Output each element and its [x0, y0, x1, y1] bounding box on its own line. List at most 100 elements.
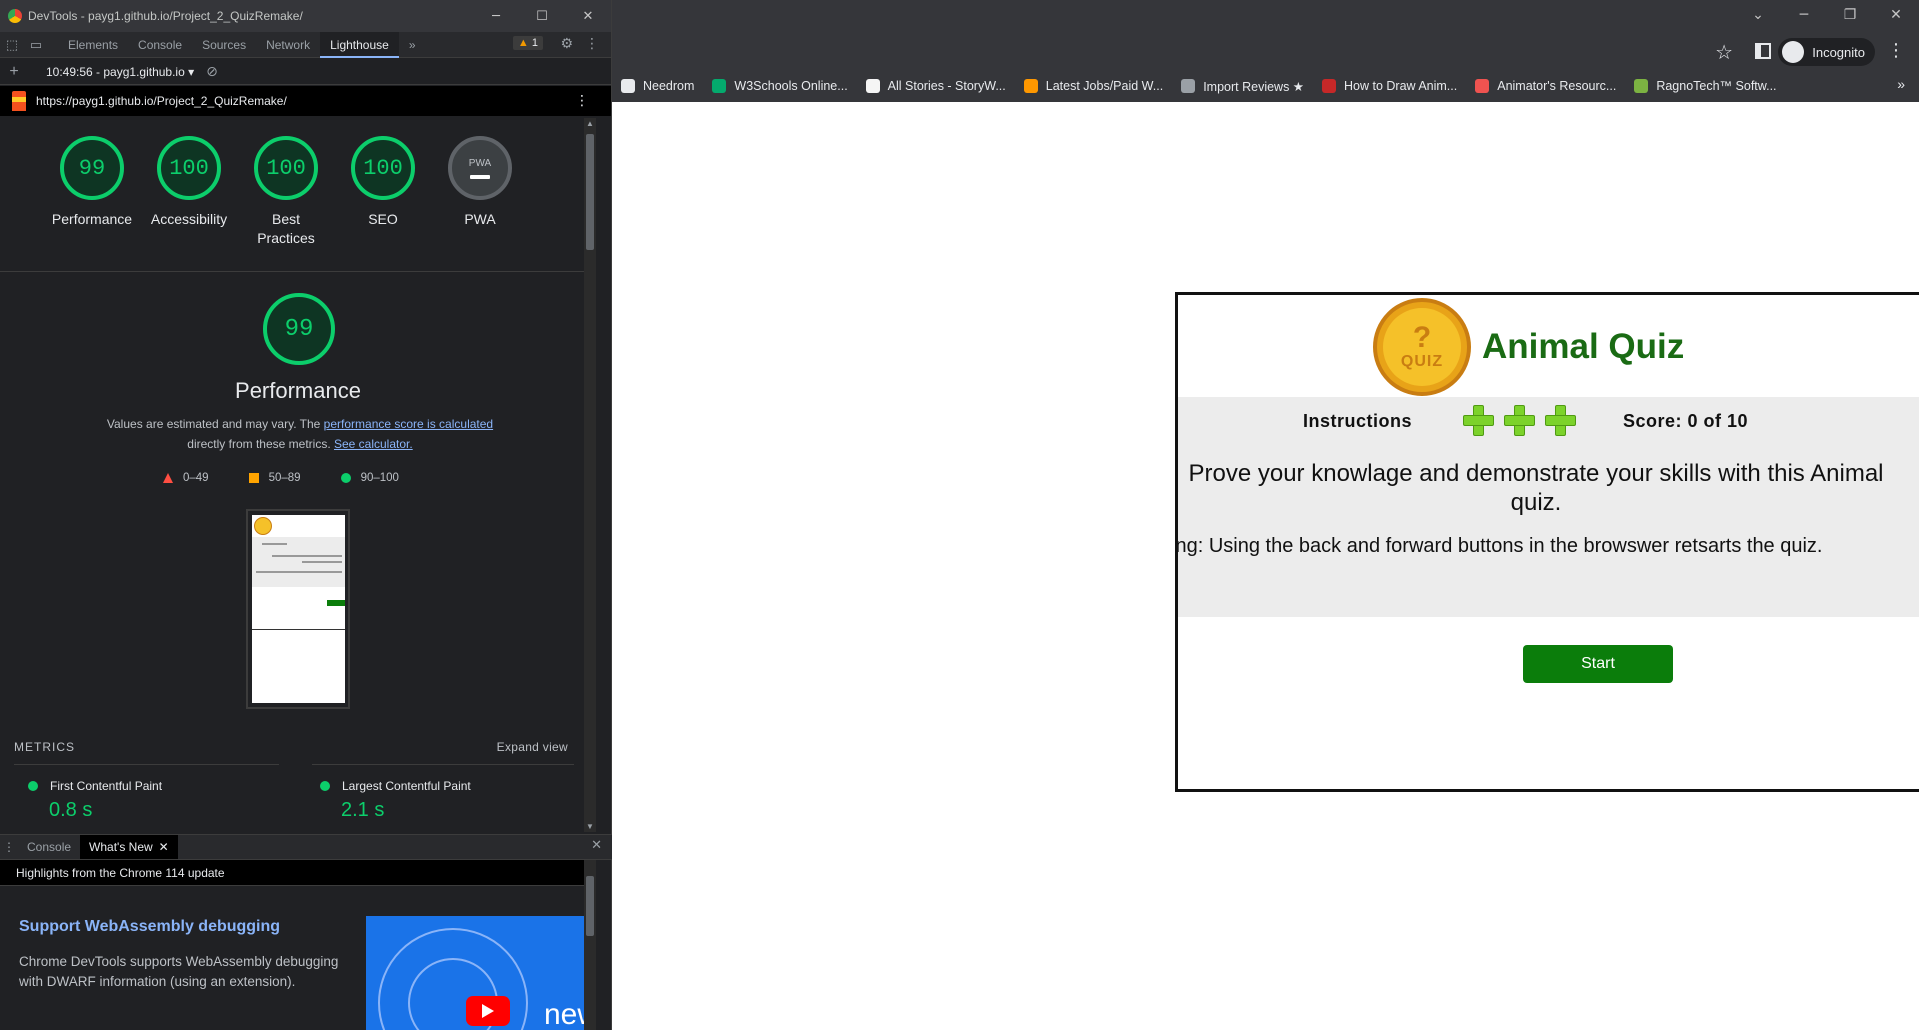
bookmark-item[interactable]: Needrom — [612, 79, 703, 93]
legend-item: 50–89 — [248, 472, 301, 484]
favicon-icon — [1181, 79, 1196, 93]
drawer-menu-icon[interactable]: ⋮ — [0, 840, 18, 854]
gauge-accessibility[interactable]: 100 Accessibility — [151, 136, 227, 248]
metric-name: First Contentful Paint — [50, 779, 163, 793]
tab-sources[interactable]: Sources — [192, 32, 256, 58]
pwa-badge-text: PWA — [468, 157, 492, 169]
lighthouse-report: 99 Performance 100 Accessibility 100 Best Pra… — [0, 116, 596, 834]
metrics-title: METRICS — [14, 740, 75, 754]
clear-icon[interactable]: ⊘ — [206, 64, 218, 80]
tab-elements[interactable]: Elements — [58, 32, 128, 58]
legend-item: 90–100 — [340, 472, 399, 484]
bookmark-label: Animator's Resourc... — [1497, 79, 1617, 93]
settings-gear-icon[interactable]: ⚙ — [560, 36, 573, 52]
devtools-menu-icon[interactable]: ⋮ — [585, 36, 599, 52]
report-menu-icon[interactable]: ⋮ — [575, 93, 589, 109]
scroll-down-icon[interactable]: ▼ — [586, 822, 594, 831]
close-tab-icon[interactable]: ✕ — [159, 840, 169, 854]
score-calculated-link[interactable]: performance score is calculated — [324, 417, 493, 431]
restore-icon[interactable]: ❐ — [1827, 0, 1873, 30]
feature-title[interactable]: Support WebAssembly debugging — [19, 918, 280, 936]
report-scrollbar[interactable]: ▲ ▼ — [584, 118, 596, 832]
bookmarks-overflow-icon[interactable]: » — [1897, 76, 1905, 92]
video-thumbnail[interactable]: new — [366, 916, 596, 1030]
gauge-best-practices[interactable]: 100 Best Practices — [254, 136, 318, 248]
device-toggle-icon[interactable]: ▭ — [24, 37, 48, 53]
see-calculator-link[interactable]: See calculator. — [334, 437, 413, 451]
report-selector[interactable]: 10:49:56 - payg1.github.io ▾ — [28, 65, 194, 79]
instructions-button[interactable]: Instructions — [1303, 411, 1412, 432]
tab-console[interactable]: Console — [18, 835, 80, 859]
tab-lighthouse[interactable]: Lighthouse — [320, 31, 399, 58]
issues-count: 1 — [531, 37, 538, 49]
scrollbar-thumb[interactable] — [586, 876, 594, 936]
minimize-icon[interactable]: ─ — [1781, 0, 1827, 30]
bookmark-label: Import Reviews ★ — [1203, 79, 1304, 94]
gauge-label: Accessibility — [150, 211, 228, 227]
gauge-seo[interactable]: 100 SEO — [351, 136, 415, 248]
close-icon[interactable]: ✕ — [565, 0, 611, 32]
gauge-score: 99 — [60, 136, 124, 200]
tab-whats-new[interactable]: What's New ✕ — [80, 835, 178, 859]
logo-word: QUIZ — [1400, 353, 1444, 370]
description-text: Values are estimated and may vary. The — [106, 417, 324, 431]
bookmark-item[interactable]: W3Schools Online... — [703, 79, 856, 93]
close-icon[interactable]: ✕ — [1873, 0, 1919, 30]
bookmark-item[interactable]: Animator's Resourc... — [1466, 79, 1625, 93]
bookmarks-bar: Needrom W3Schools Online... All Stories - … — [612, 70, 1919, 102]
favicon-icon — [621, 79, 635, 93]
expand-view-button[interactable]: Expand view — [497, 740, 568, 754]
metric-item: First Contentful Paint 0.8 s — [28, 779, 162, 822]
feature-text: Chrome DevTools supports WebAssembly deb… — [19, 954, 339, 989]
bookmark-item[interactable]: All Stories - StoryW... — [857, 79, 1015, 93]
scrollbar-thumb[interactable] — [586, 134, 594, 250]
scroll-up-icon[interactable]: ▲ — [586, 119, 594, 128]
new-report-icon[interactable]: + — [0, 63, 28, 81]
profile-label: Incognito — [1812, 44, 1865, 60]
report-url[interactable]: https://payg1.github.io/Project_2_QuizRe… — [36, 94, 287, 108]
start-button[interactable]: Start — [1523, 645, 1673, 683]
gauge-pwa[interactable]: PWA PWA — [448, 136, 512, 248]
gauge-label: SEO — [368, 211, 398, 227]
life-plus-icon — [1463, 405, 1494, 436]
lighthouse-toolbar: + 10:49:56 - payg1.github.io ▾ ⊘ — [0, 59, 611, 85]
bookmark-item[interactable]: Latest Jobs/Paid W... — [1015, 79, 1172, 93]
inspect-element-icon[interactable]: ⬚ — [0, 37, 24, 53]
bookmark-item[interactable]: How to Draw Anim... — [1313, 79, 1466, 93]
tab-console[interactable]: Console — [128, 32, 192, 58]
legend-range: 50–89 — [268, 472, 301, 484]
bookmark-star-icon[interactable]: ☆ — [1715, 40, 1733, 64]
life-plus-icon — [1545, 405, 1576, 436]
minimize-icon[interactable]: ─ — [473, 0, 519, 32]
bookmark-item[interactable]: Import Reviews ★ — [1172, 79, 1313, 94]
favicon-icon — [865, 79, 880, 93]
quiz-info-panel: Instructions Score: 0 of 10 Prove your k… — [1178, 397, 1919, 617]
metric-item: Largest Contentful Paint 2.1 s — [320, 779, 471, 822]
gauge-performance[interactable]: 99 Performance — [52, 136, 132, 248]
drawer-scrollbar[interactable] — [584, 860, 596, 1030]
score-gauges: 99 Performance 100 Accessibility 100 Best Pra… — [52, 136, 512, 248]
play-icon[interactable] — [466, 996, 510, 1026]
thumbnail-logo — [254, 517, 272, 535]
devtools-tabbar: ⬚ ▭ Elements Console Sources Network Lightho… — [0, 31, 611, 58]
bookmark-item[interactable]: RagnoTech™ Softw... — [1625, 79, 1785, 93]
legend-item: 0–49 — [163, 472, 209, 484]
warning-icon: ▲ — [517, 37, 529, 49]
more-tabs-icon[interactable]: » — [399, 32, 426, 58]
close-drawer-icon[interactable]: ✕ — [591, 838, 602, 853]
tab-network[interactable]: Network — [256, 32, 320, 58]
thumbnail-button — [327, 600, 345, 606]
divider — [312, 764, 574, 765]
drawer-tabbar: ⋮ Console What's New ✕ ✕ — [0, 834, 612, 860]
bookmark-label: Needrom — [643, 79, 695, 93]
browser-menu-icon[interactable]: ⋮ — [1887, 40, 1905, 61]
warning-text: Warning: Using the back and forward butt… — [1175, 535, 1823, 557]
pass-indicator-icon — [28, 781, 38, 791]
whats-new-highlight: Highlights from the Chrome 114 update — [0, 860, 596, 886]
maximize-icon[interactable]: ☐ — [519, 0, 565, 32]
side-panel-icon[interactable] — [1755, 43, 1771, 59]
triangle-icon — [163, 473, 173, 483]
tab-search-icon[interactable]: ⌄ — [1735, 0, 1781, 30]
profile-button[interactable]: Incognito — [1778, 38, 1875, 66]
issues-badge[interactable]: ▲ 1 — [512, 36, 543, 50]
